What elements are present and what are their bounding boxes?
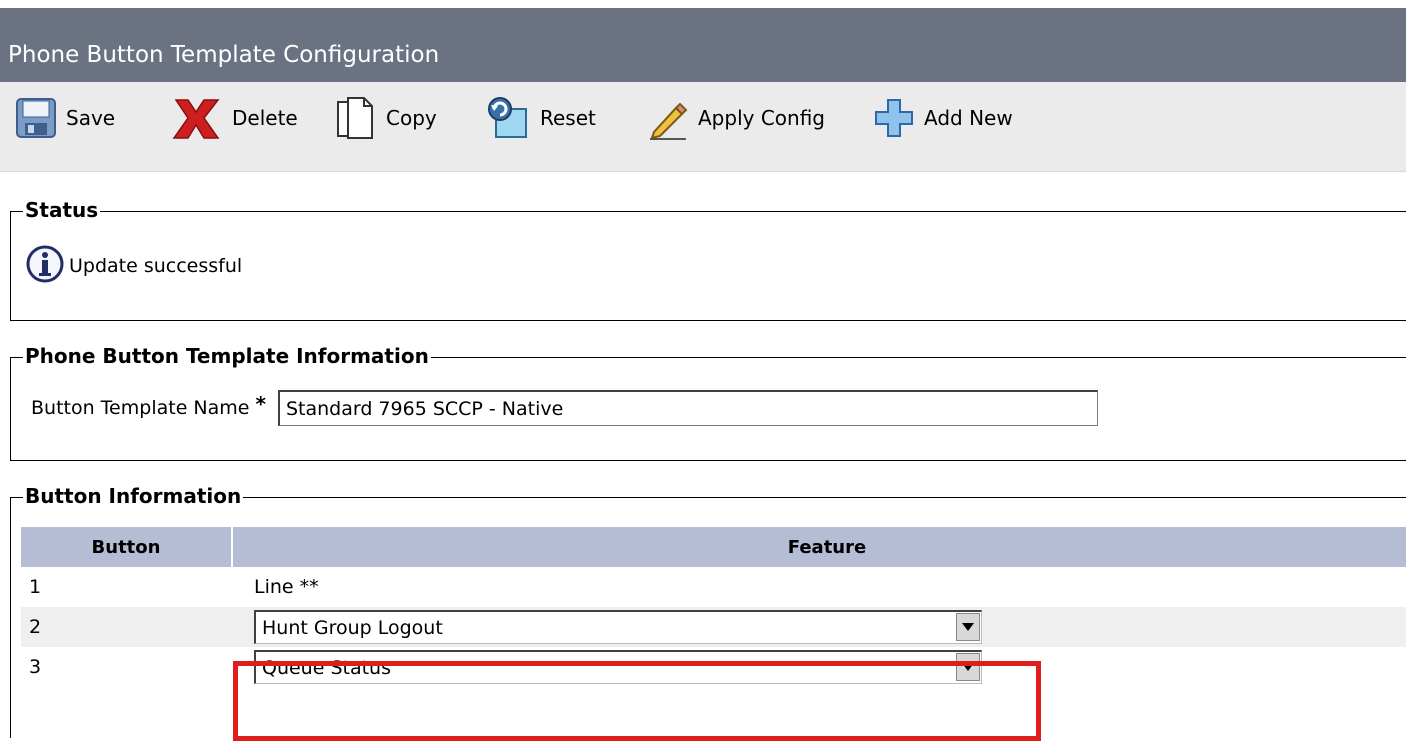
page-title: Phone Button Template Configuration [8, 42, 440, 68]
copy-button[interactable]: Copy [334, 96, 437, 140]
apply-config-button[interactable]: Apply Config [646, 96, 825, 140]
blue-plus-icon [872, 96, 916, 140]
feature-cell: Hunt Group Logout [232, 607, 1406, 647]
status-legend: Status [23, 198, 101, 222]
save-label: Save [66, 106, 116, 130]
feature-select-value: Hunt Group Logout [262, 616, 443, 639]
add-new-label: Add New [924, 106, 1013, 130]
add-new-button[interactable]: Add New [872, 96, 1013, 140]
reset-button[interactable]: Reset [482, 96, 596, 140]
feature-select[interactable]: Queue Status [254, 650, 982, 684]
delete-button[interactable]: Delete [168, 96, 298, 140]
feature-text: Line ** [232, 567, 1406, 607]
button-info-legend: Button Information [23, 484, 244, 508]
toolbar: Save Delete Copy Reset Apply Config Add … [0, 82, 1406, 172]
table-row: 2 Hunt Group Logout [21, 607, 1406, 647]
feature-select[interactable]: Hunt Group Logout [254, 610, 982, 644]
feature-select-value: Queue Status [262, 656, 392, 679]
table-row: 3 Queue Status [21, 647, 1406, 687]
required-marker: * [255, 392, 266, 416]
pencil-icon [646, 96, 690, 140]
status-message: Update successful [69, 255, 243, 277]
template-name-input[interactable] [277, 390, 1098, 426]
save-button[interactable]: Save [14, 96, 115, 140]
copy-label: Copy [386, 106, 437, 130]
dropdown-arrow-icon[interactable] [956, 653, 980, 681]
copy-pages-icon [334, 96, 378, 140]
feature-cell: Queue Status [232, 647, 1406, 687]
button-table: Button Feature 1 Line ** 2 Hunt Group Lo… [21, 527, 1406, 687]
column-header-feature: Feature [232, 527, 1406, 567]
info-icon [25, 244, 65, 288]
save-disk-icon [14, 96, 58, 140]
reset-arrow-icon [482, 95, 532, 141]
delete-label: Delete [232, 106, 298, 130]
button-number: 1 [21, 567, 232, 607]
template-info-section: Phone Button Template Information Button… [10, 344, 1406, 461]
button-number: 2 [21, 607, 232, 647]
table-row: 1 Line ** [21, 567, 1406, 607]
page-header: Phone Button Template Configuration [0, 0, 1406, 82]
red-x-icon [168, 96, 224, 140]
button-number: 3 [21, 647, 232, 687]
button-info-section: Button Information Button Feature 1 Line… [10, 484, 1406, 738]
dropdown-arrow-icon[interactable] [956, 613, 980, 641]
template-info-legend: Phone Button Template Information [23, 344, 431, 368]
status-section: Status Update successful [10, 198, 1406, 321]
column-header-button: Button [21, 527, 233, 567]
template-name-label: Button Template Name [31, 397, 250, 419]
reset-label: Reset [540, 106, 596, 130]
table-header-row: Button Feature [21, 527, 1406, 567]
apply-config-label: Apply Config [698, 106, 825, 130]
